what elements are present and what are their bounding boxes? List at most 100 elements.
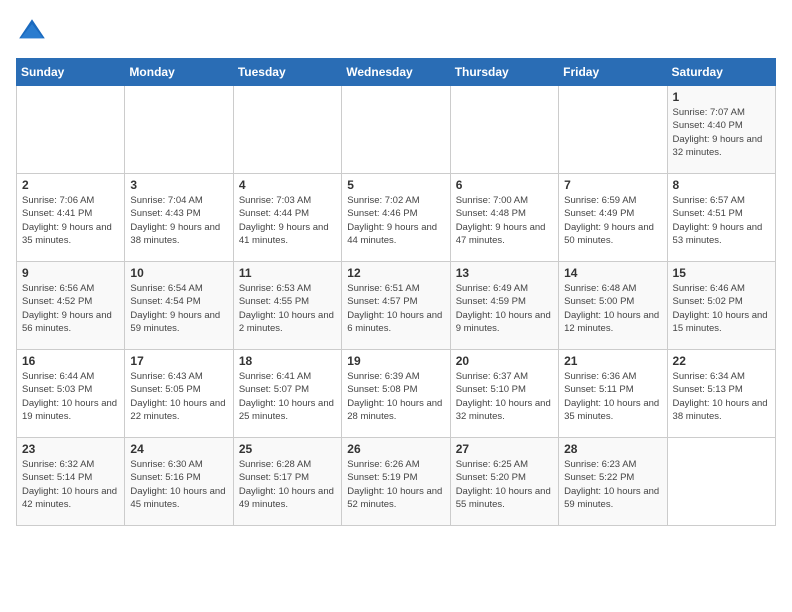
calendar-cell xyxy=(233,86,341,174)
calendar-cell: 12 Sunrise: 6:51 AM Sunset: 4:57 PM Dayl… xyxy=(342,262,450,350)
day-info: Sunrise: 6:49 AM Sunset: 4:59 PM Dayligh… xyxy=(456,282,553,335)
calendar-cell: 27 Sunrise: 6:25 AM Sunset: 5:20 PM Dayl… xyxy=(450,438,558,526)
calendar-week-row: 2 Sunrise: 7:06 AM Sunset: 4:41 PM Dayli… xyxy=(17,174,776,262)
day-number: 11 xyxy=(239,266,336,280)
day-number: 17 xyxy=(130,354,227,368)
calendar-cell: 25 Sunrise: 6:28 AM Sunset: 5:17 PM Dayl… xyxy=(233,438,341,526)
day-number: 28 xyxy=(564,442,661,456)
day-info: Sunrise: 6:28 AM Sunset: 5:17 PM Dayligh… xyxy=(239,458,336,511)
calendar-cell: 17 Sunrise: 6:43 AM Sunset: 5:05 PM Dayl… xyxy=(125,350,233,438)
day-info: Sunrise: 6:41 AM Sunset: 5:07 PM Dayligh… xyxy=(239,370,336,423)
weekday-header-row: SundayMondayTuesdayWednesdayThursdayFrid… xyxy=(17,59,776,86)
day-number: 12 xyxy=(347,266,444,280)
day-number: 6 xyxy=(456,178,553,192)
calendar-cell: 18 Sunrise: 6:41 AM Sunset: 5:07 PM Dayl… xyxy=(233,350,341,438)
day-info: Sunrise: 7:07 AM Sunset: 4:40 PM Dayligh… xyxy=(673,106,770,159)
day-info: Sunrise: 6:57 AM Sunset: 4:51 PM Dayligh… xyxy=(673,194,770,247)
day-number: 22 xyxy=(673,354,770,368)
weekday-header-friday: Friday xyxy=(559,59,667,86)
calendar-table: SundayMondayTuesdayWednesdayThursdayFrid… xyxy=(16,58,776,526)
calendar-cell: 16 Sunrise: 6:44 AM Sunset: 5:03 PM Dayl… xyxy=(17,350,125,438)
day-info: Sunrise: 7:04 AM Sunset: 4:43 PM Dayligh… xyxy=(130,194,227,247)
day-number: 10 xyxy=(130,266,227,280)
day-number: 7 xyxy=(564,178,661,192)
calendar-cell: 26 Sunrise: 6:26 AM Sunset: 5:19 PM Dayl… xyxy=(342,438,450,526)
day-number: 1 xyxy=(673,90,770,104)
day-info: Sunrise: 6:54 AM Sunset: 4:54 PM Dayligh… xyxy=(130,282,227,335)
weekday-header-wednesday: Wednesday xyxy=(342,59,450,86)
calendar-cell: 9 Sunrise: 6:56 AM Sunset: 4:52 PM Dayli… xyxy=(17,262,125,350)
calendar-week-row: 1 Sunrise: 7:07 AM Sunset: 4:40 PM Dayli… xyxy=(17,86,776,174)
calendar-cell xyxy=(559,86,667,174)
calendar-cell: 19 Sunrise: 6:39 AM Sunset: 5:08 PM Dayl… xyxy=(342,350,450,438)
day-info: Sunrise: 6:53 AM Sunset: 4:55 PM Dayligh… xyxy=(239,282,336,335)
day-number: 25 xyxy=(239,442,336,456)
calendar-cell xyxy=(667,438,775,526)
day-info: Sunrise: 6:26 AM Sunset: 5:19 PM Dayligh… xyxy=(347,458,444,511)
calendar-cell: 6 Sunrise: 7:00 AM Sunset: 4:48 PM Dayli… xyxy=(450,174,558,262)
day-number: 20 xyxy=(456,354,553,368)
day-info: Sunrise: 6:51 AM Sunset: 4:57 PM Dayligh… xyxy=(347,282,444,335)
day-info: Sunrise: 6:25 AM Sunset: 5:20 PM Dayligh… xyxy=(456,458,553,511)
day-info: Sunrise: 7:06 AM Sunset: 4:41 PM Dayligh… xyxy=(22,194,119,247)
day-number: 15 xyxy=(673,266,770,280)
calendar-cell xyxy=(17,86,125,174)
day-info: Sunrise: 6:36 AM Sunset: 5:11 PM Dayligh… xyxy=(564,370,661,423)
day-number: 23 xyxy=(22,442,119,456)
day-number: 21 xyxy=(564,354,661,368)
calendar-cell: 13 Sunrise: 6:49 AM Sunset: 4:59 PM Dayl… xyxy=(450,262,558,350)
weekday-header-monday: Monday xyxy=(125,59,233,86)
day-number: 19 xyxy=(347,354,444,368)
day-number: 26 xyxy=(347,442,444,456)
calendar-cell: 4 Sunrise: 7:03 AM Sunset: 4:44 PM Dayli… xyxy=(233,174,341,262)
day-number: 27 xyxy=(456,442,553,456)
day-info: Sunrise: 6:34 AM Sunset: 5:13 PM Dayligh… xyxy=(673,370,770,423)
calendar-cell xyxy=(342,86,450,174)
day-info: Sunrise: 7:03 AM Sunset: 4:44 PM Dayligh… xyxy=(239,194,336,247)
calendar-cell: 20 Sunrise: 6:37 AM Sunset: 5:10 PM Dayl… xyxy=(450,350,558,438)
calendar-cell: 22 Sunrise: 6:34 AM Sunset: 5:13 PM Dayl… xyxy=(667,350,775,438)
calendar-cell xyxy=(125,86,233,174)
calendar-cell: 7 Sunrise: 6:59 AM Sunset: 4:49 PM Dayli… xyxy=(559,174,667,262)
day-number: 14 xyxy=(564,266,661,280)
calendar-cell: 1 Sunrise: 7:07 AM Sunset: 4:40 PM Dayli… xyxy=(667,86,775,174)
calendar-cell: 5 Sunrise: 7:02 AM Sunset: 4:46 PM Dayli… xyxy=(342,174,450,262)
day-number: 24 xyxy=(130,442,227,456)
calendar-cell: 10 Sunrise: 6:54 AM Sunset: 4:54 PM Dayl… xyxy=(125,262,233,350)
day-number: 13 xyxy=(456,266,553,280)
calendar-week-row: 23 Sunrise: 6:32 AM Sunset: 5:14 PM Dayl… xyxy=(17,438,776,526)
day-info: Sunrise: 6:44 AM Sunset: 5:03 PM Dayligh… xyxy=(22,370,119,423)
calendar-cell: 11 Sunrise: 6:53 AM Sunset: 4:55 PM Dayl… xyxy=(233,262,341,350)
day-info: Sunrise: 6:48 AM Sunset: 5:00 PM Dayligh… xyxy=(564,282,661,335)
day-info: Sunrise: 6:32 AM Sunset: 5:14 PM Dayligh… xyxy=(22,458,119,511)
day-info: Sunrise: 6:43 AM Sunset: 5:05 PM Dayligh… xyxy=(130,370,227,423)
day-number: 3 xyxy=(130,178,227,192)
day-info: Sunrise: 6:56 AM Sunset: 4:52 PM Dayligh… xyxy=(22,282,119,335)
weekday-header-tuesday: Tuesday xyxy=(233,59,341,86)
calendar-cell xyxy=(450,86,558,174)
calendar-week-row: 16 Sunrise: 6:44 AM Sunset: 5:03 PM Dayl… xyxy=(17,350,776,438)
calendar-week-row: 9 Sunrise: 6:56 AM Sunset: 4:52 PM Dayli… xyxy=(17,262,776,350)
day-info: Sunrise: 6:23 AM Sunset: 5:22 PM Dayligh… xyxy=(564,458,661,511)
calendar-cell: 21 Sunrise: 6:36 AM Sunset: 5:11 PM Dayl… xyxy=(559,350,667,438)
day-info: Sunrise: 6:46 AM Sunset: 5:02 PM Dayligh… xyxy=(673,282,770,335)
calendar-cell: 24 Sunrise: 6:30 AM Sunset: 5:16 PM Dayl… xyxy=(125,438,233,526)
day-number: 4 xyxy=(239,178,336,192)
weekday-header-sunday: Sunday xyxy=(17,59,125,86)
logo-icon xyxy=(16,16,48,48)
day-number: 5 xyxy=(347,178,444,192)
day-number: 16 xyxy=(22,354,119,368)
day-info: Sunrise: 6:59 AM Sunset: 4:49 PM Dayligh… xyxy=(564,194,661,247)
calendar-cell: 14 Sunrise: 6:48 AM Sunset: 5:00 PM Dayl… xyxy=(559,262,667,350)
day-number: 18 xyxy=(239,354,336,368)
page-header xyxy=(16,16,776,48)
day-info: Sunrise: 6:30 AM Sunset: 5:16 PM Dayligh… xyxy=(130,458,227,511)
weekday-header-saturday: Saturday xyxy=(667,59,775,86)
day-info: Sunrise: 6:39 AM Sunset: 5:08 PM Dayligh… xyxy=(347,370,444,423)
calendar-cell: 2 Sunrise: 7:06 AM Sunset: 4:41 PM Dayli… xyxy=(17,174,125,262)
logo xyxy=(16,16,52,48)
calendar-cell: 28 Sunrise: 6:23 AM Sunset: 5:22 PM Dayl… xyxy=(559,438,667,526)
day-number: 9 xyxy=(22,266,119,280)
day-number: 2 xyxy=(22,178,119,192)
day-info: Sunrise: 7:02 AM Sunset: 4:46 PM Dayligh… xyxy=(347,194,444,247)
